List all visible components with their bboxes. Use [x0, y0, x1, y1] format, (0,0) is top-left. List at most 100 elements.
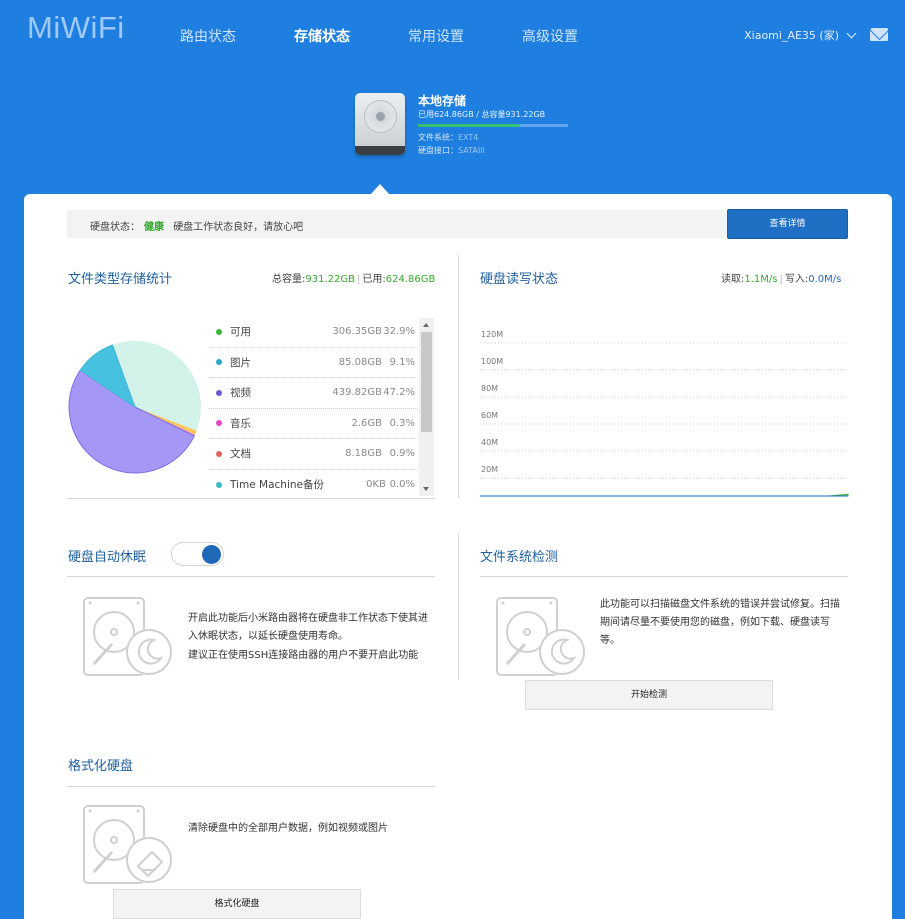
format-disk-title: 格式化硬盘	[68, 759, 134, 774]
legend-dot-icon	[216, 389, 222, 396]
rw-speed-readout: 读取:1.1M/s | 写入:0.0M/s	[721, 274, 842, 285]
file-stats-totals: 总容量:931.22GB | 已用:624.86GB	[272, 274, 436, 285]
port-value: SATAIII	[458, 146, 485, 155]
filesystem-label: 文件系统：	[418, 133, 458, 142]
file-type-percent: 9.1%	[389, 356, 415, 368]
auto-sleep-description: 开启此功能后小米路由器将在硬盘非工作状态下使其进入休眠状态，以延长硬盘使用寿命。	[188, 613, 428, 642]
file-type-percent: 32.9%	[383, 326, 415, 338]
disk-status-bar: 硬盘状态： 健康 硬盘工作状态良好，请放心吧	[67, 210, 727, 238]
file-type-name: 视频	[230, 387, 251, 400]
auto-sleep-toggle[interactable]	[171, 542, 224, 566]
router-selector[interactable]: Xiaomi_AE35 (家)	[744, 27, 857, 43]
file-type-name: 可用	[230, 326, 251, 339]
legend-dot-icon	[216, 481, 222, 488]
storage-usage-text: 已用624.86GB / 总容量931.22GB	[418, 110, 546, 119]
router-name: Xiaomi_AE35 (家)	[744, 29, 839, 42]
legend-dot-icon	[216, 359, 222, 366]
y-tick-label: 100M	[481, 357, 503, 366]
total-capacity-label: 总容量:	[272, 274, 306, 285]
disk-status-value: 健康	[144, 222, 164, 233]
filesystem-value: EXT4	[458, 133, 479, 142]
port-label: 硬盘接口：	[418, 146, 458, 155]
y-tick-label: 20M	[481, 465, 498, 474]
file-type-name: 图片	[230, 356, 251, 369]
hdd-sleep-icon	[83, 597, 172, 676]
miwifi-logo[interactable]: MiWiFi	[27, 10, 125, 46]
read-label: 读取:	[721, 274, 745, 285]
chevron-down-icon	[846, 28, 857, 38]
file-type-percent: 0.0%	[389, 479, 415, 491]
main-nav: 路由状态 存储状态 常用设置 高级设置	[180, 26, 636, 46]
rw-status-title: 硬盘读写状态	[480, 272, 559, 287]
storage-title: 本地存储	[418, 94, 467, 108]
file-stats-title: 文件类型存储统计	[68, 272, 173, 287]
file-type-percent: 0.9%	[389, 448, 415, 460]
y-tick-label: 120M	[481, 330, 503, 339]
scroll-thumb[interactable]	[421, 332, 432, 432]
column-divider	[458, 533, 459, 680]
divider	[67, 576, 435, 577]
disk-status-message: 硬盘工作状态良好，请放心吧	[173, 222, 304, 233]
fs-check-title: 文件系统检测	[480, 550, 559, 565]
y-tick-label: 60M	[481, 411, 498, 420]
nav-router-status[interactable]: 路由状态	[180, 26, 294, 46]
scroll-down-icon[interactable]	[423, 487, 429, 491]
nav-advanced-settings[interactable]: 高级设置	[522, 26, 636, 46]
write-value: 0.0M/s	[808, 274, 842, 285]
divider	[67, 498, 435, 499]
divider	[480, 576, 848, 577]
y-tick-label: 80M	[481, 384, 498, 393]
file-type-row: 可用 306.35GB 32.9%	[209, 317, 418, 348]
total-capacity-value: 931.22GB	[305, 274, 355, 285]
file-type-percent: 47.2%	[383, 387, 415, 399]
file-type-pie-chart	[68, 341, 201, 474]
drive-base-graphic	[355, 146, 405, 155]
file-type-name: 音乐	[230, 417, 251, 430]
scroll-up-icon[interactable]	[423, 323, 429, 327]
hdd-check-icon	[496, 597, 585, 676]
rw-speed-chart: 20M 40M 60M 80M 100M 120M	[480, 330, 849, 497]
file-type-name: 文档	[230, 448, 251, 461]
file-type-row: 文档 8.18GB 0.9%	[209, 439, 418, 470]
platter-graphic	[364, 100, 397, 133]
filesystem-info: 文件系统：EXT4	[418, 132, 478, 143]
file-type-name: Time Machine备份	[230, 479, 324, 492]
view-details-button[interactable]: 查看详情	[727, 209, 848, 239]
storage-usage-fill	[418, 124, 519, 127]
auto-sleep-title: 硬盘自动休眠	[68, 550, 147, 565]
fs-check-description: 此功能可以扫描磁盘文件系统的错误并尝试修复。扫描期间请尽量不要使用您的磁盘，例如…	[600, 599, 840, 646]
used-capacity-value: 624.86GB	[385, 274, 436, 285]
disk-status-label: 硬盘状态：	[90, 222, 140, 233]
file-type-percent: 0.3%	[389, 417, 415, 429]
top-navigation: MiWiFi 路由状态 存储状态 常用设置 高级设置 Xiaomi_AE35 (…	[0, 0, 905, 70]
auto-sleep-ssh-note: 建议正在使用SSH连接路由器的用户不要开启此功能	[188, 650, 419, 661]
legend-dot-icon	[216, 328, 222, 335]
file-type-row: 视频 439.82GB 47.2%	[209, 378, 418, 409]
nav-common-settings[interactable]: 常用设置	[408, 26, 522, 46]
read-value: 1.1M/s	[744, 274, 778, 285]
nav-storage-status[interactable]: 存储状态	[294, 26, 408, 46]
file-type-size: 85.08GB	[338, 356, 382, 368]
file-type-size: 8.18GB	[345, 448, 382, 460]
file-type-size: 0KB	[366, 479, 386, 491]
toggle-knob	[202, 545, 221, 564]
write-label: 写入:	[784, 274, 809, 285]
file-type-list: 可用 306.35GB 32.9% 图片 85.08GB 9.1% 视频 439.82GB 47…	[209, 317, 418, 500]
storage-usage-bar	[418, 124, 568, 127]
y-tick-label: 40M	[481, 438, 498, 447]
divider	[67, 786, 435, 787]
format-disk-button[interactable]: 格式化硬盘	[113, 889, 361, 919]
used-capacity-label: 已用:	[362, 274, 386, 285]
start-check-button[interactable]: 开始检测	[525, 680, 773, 710]
file-list-scrollbar[interactable]	[419, 318, 434, 496]
file-type-size: 439.82GB	[332, 387, 382, 399]
hdd-erase-icon	[83, 805, 172, 884]
legend-dot-icon	[216, 420, 222, 427]
format-disk-description: 清除硬盘中的全部用户数据，例如视频或图片	[188, 823, 388, 834]
file-type-row: 音乐 2.6GB 0.3%	[209, 409, 418, 439]
file-type-size: 306.35GB	[332, 326, 382, 338]
mail-icon[interactable]	[870, 28, 888, 41]
hard-drive-icon	[355, 93, 405, 155]
legend-dot-icon	[216, 450, 222, 457]
file-type-row: 图片 85.08GB 9.1%	[209, 348, 418, 378]
